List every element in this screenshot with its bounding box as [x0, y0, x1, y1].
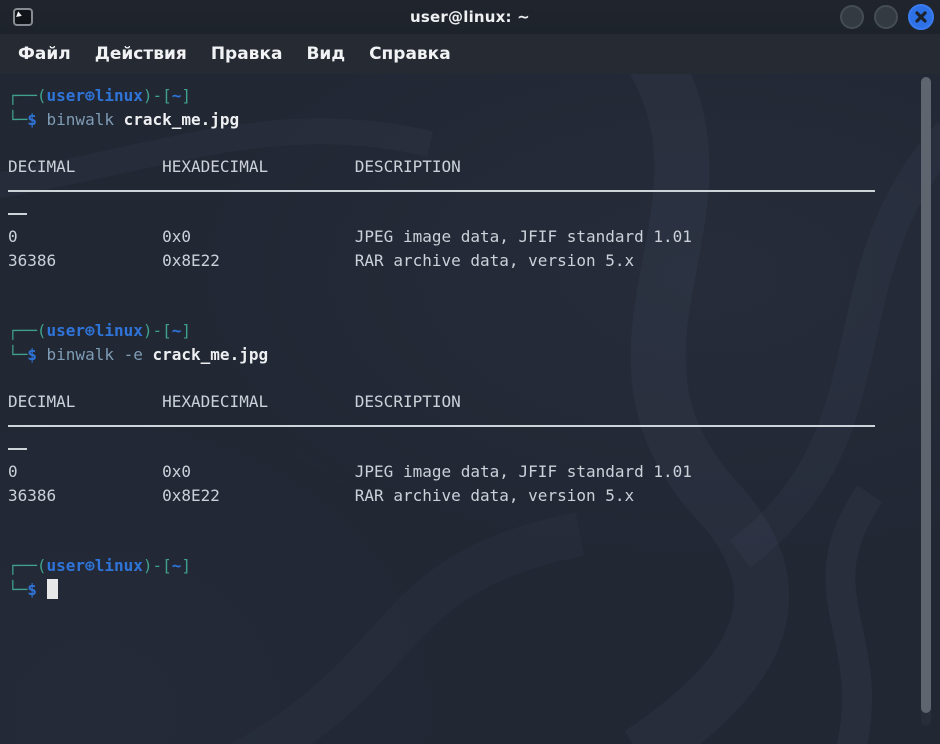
menu-bar: ФайлДействияПравкаВидСправка: [0, 34, 940, 74]
terminal-text-segment: ┌──(: [8, 556, 47, 575]
title-bar: user@linux: ~: [0, 0, 940, 34]
terminal-text-segment: ~: [172, 86, 182, 105]
maximize-button[interactable]: [874, 5, 898, 29]
terminal-text-segment: crack_me.jpg: [153, 345, 269, 364]
terminal-text-segment: user⊕linux: [47, 86, 143, 105]
terminal-text-segment: $: [27, 110, 46, 129]
terminal-text-segment: └─: [8, 580, 27, 599]
window-title: user@linux: ~: [0, 8, 940, 26]
terminal-text-segment: crack_me.jpg: [124, 110, 240, 129]
separator-rule: [8, 425, 875, 427]
minimize-button[interactable]: [840, 5, 864, 29]
terminal-text-segment: └─: [8, 345, 27, 364]
terminal-cursor: [47, 579, 58, 599]
terminal-text-segment: 0 0x0 JPEG image data, JFIF standard 1.0…: [8, 227, 692, 246]
terminal-line: 36386 0x8E22 RAR archive data, version 5…: [8, 484, 916, 508]
menu-item-file[interactable]: Файл: [6, 40, 83, 68]
terminal-text-segment: )-[: [143, 86, 172, 105]
terminal-line: DECIMAL HEXADECIMAL DESCRIPTION: [8, 390, 916, 414]
terminal-line: [8, 437, 916, 461]
menu-item-edit[interactable]: Правка: [199, 40, 295, 68]
terminal-line: └─$: [8, 578, 916, 602]
menu-item-view[interactable]: Вид: [294, 40, 357, 68]
scrollbar-thumb[interactable]: [921, 77, 931, 713]
terminal-line: 0 0x0 JPEG image data, JFIF standard 1.0…: [8, 225, 916, 249]
terminal-text-segment: binwalk -e: [47, 345, 153, 364]
terminal-line: [8, 272, 916, 296]
terminal-text-segment: ]: [181, 321, 191, 340]
separator-rule: [8, 448, 27, 450]
scrollbar[interactable]: [921, 77, 931, 726]
menu-item-help[interactable]: Справка: [357, 40, 463, 68]
terminal-text-segment: ]: [181, 86, 191, 105]
terminal-text-segment: DECIMAL HEXADECIMAL DESCRIPTION: [8, 157, 461, 176]
terminal-line: 36386 0x8E22 RAR archive data, version 5…: [8, 249, 916, 273]
terminal-text-segment: )-[: [143, 321, 172, 340]
terminal-text-segment: ┌──(: [8, 86, 47, 105]
terminal-text-segment: )-[: [143, 556, 172, 575]
terminal-line: ┌──(user⊕linux)-[~]: [8, 319, 916, 343]
terminal-text-segment: └─: [8, 110, 27, 129]
terminal-line: 0 0x0 JPEG image data, JFIF standard 1.0…: [8, 460, 916, 484]
terminal-text-segment: binwalk: [47, 110, 124, 129]
terminal-viewport[interactable]: ┌──(user⊕linux)-[~]└─$ binwalk crack_me.…: [0, 74, 940, 744]
terminal-text-segment: DECIMAL HEXADECIMAL DESCRIPTION: [8, 392, 461, 411]
terminal-text-segment: ]: [181, 556, 191, 575]
window-controls: [840, 4, 934, 30]
terminal-text-segment: ~: [172, 321, 182, 340]
terminal-line: [8, 413, 916, 437]
terminal-line: ┌──(user⊕linux)-[~]: [8, 554, 916, 578]
close-icon: [914, 10, 928, 24]
terminal-line: [8, 131, 916, 155]
terminal-window: user@linux: ~ ФайлДействияПравкаВидСправ…: [0, 0, 940, 744]
menu-item-actions[interactable]: Действия: [83, 40, 199, 68]
terminal-text-segment: user⊕linux: [47, 556, 143, 575]
terminal-text-segment: 36386 0x8E22 RAR archive data, version 5…: [8, 486, 634, 505]
terminal-line: [8, 531, 916, 555]
terminal-line: [8, 202, 916, 226]
terminal-text-segment: 36386 0x8E22 RAR archive data, version 5…: [8, 251, 634, 270]
terminal-text-segment: user⊕linux: [47, 321, 143, 340]
terminal-line: [8, 296, 916, 320]
terminal-text-segment: ~: [172, 556, 182, 575]
terminal-line: [8, 178, 916, 202]
separator-rule: [8, 213, 27, 215]
terminal-line: └─$ binwalk crack_me.jpg: [8, 108, 916, 132]
terminal-text-segment: 0 0x0 JPEG image data, JFIF standard 1.0…: [8, 462, 692, 481]
terminal-text-segment: $: [27, 345, 46, 364]
close-button[interactable]: [908, 4, 934, 30]
terminal-line: DECIMAL HEXADECIMAL DESCRIPTION: [8, 155, 916, 179]
terminal-text-segment: ┌──(: [8, 321, 47, 340]
terminal-line: └─$ binwalk -e crack_me.jpg: [8, 343, 916, 367]
terminal-text-segment: $: [27, 580, 46, 599]
terminal-line: [8, 366, 916, 390]
terminal-output: ┌──(user⊕linux)-[~]└─$ binwalk crack_me.…: [8, 84, 916, 601]
separator-rule: [8, 190, 875, 192]
terminal-line: ┌──(user⊕linux)-[~]: [8, 84, 916, 108]
terminal-line: [8, 507, 916, 531]
